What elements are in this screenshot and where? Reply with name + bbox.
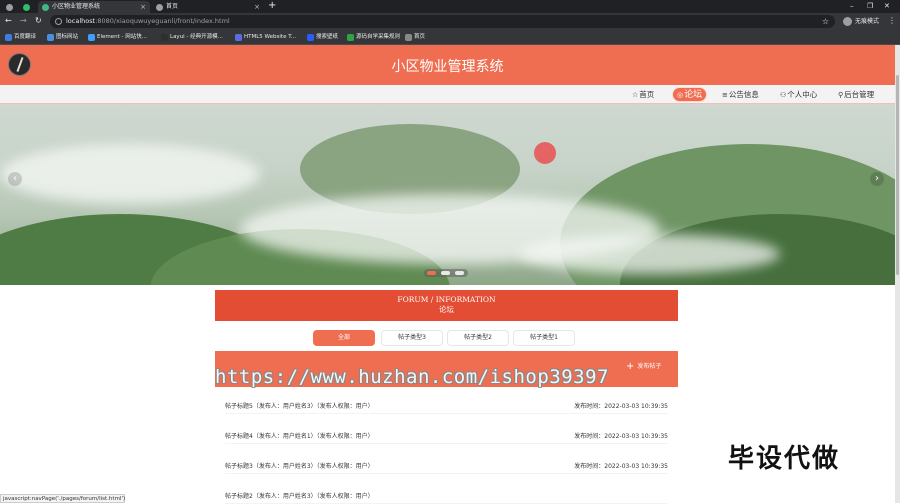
star-icon: ☆ (632, 91, 639, 99)
bookmark-item[interactable]: Element - 网站快... (88, 30, 147, 45)
bookmark-item[interactable]: Layui - 经典开源模... (161, 30, 223, 45)
tab-active[interactable]: 小区物业管理系统 × (38, 1, 150, 13)
bookmark-icon (235, 34, 242, 41)
tab-title: 小区物业管理系统 (52, 3, 101, 10)
post-title: 帖子标题4（发布人：用户姓名1）（发布人权限：用户） (225, 433, 374, 440)
globe-icon (156, 4, 163, 11)
new-tab-button[interactable]: + (268, 0, 276, 12)
carousel-prev-button[interactable]: ‹ (8, 172, 22, 186)
close-tab-icon[interactable]: × (254, 1, 260, 13)
tab-title: 首页 (166, 3, 179, 10)
menu-icon[interactable]: ⋮ (888, 16, 896, 26)
incognito-icon (843, 17, 852, 26)
nav-admin[interactable]: ⚲后台管理 (834, 87, 878, 102)
post-row[interactable]: 帖子标题3（发布人：用户姓名3）（发布人权限：用户） 发布时间：2022-03-… (225, 460, 668, 474)
carousel-indicators (424, 269, 468, 277)
globe-icon (6, 4, 13, 11)
post-row[interactable]: 帖子标题4（发布人：用户姓名1）（发布人权限：用户） 发布时间：2022-03-… (225, 430, 668, 444)
forum-heading: FORUM / INFORMATION 论坛 (215, 290, 678, 321)
nav-profile[interactable]: ⚇个人中心 (776, 87, 821, 102)
link-icon: ⚲ (838, 91, 844, 99)
bookmark-icon (405, 34, 412, 41)
address-row: ← → ↻ localhost:8080/xiaoquwuyeguanli/fr… (0, 13, 900, 30)
close-tab-icon[interactable]: × (140, 1, 146, 13)
forum-heading-cn: 论坛 (439, 305, 454, 314)
vue-icon (42, 4, 49, 11)
maximize-icon[interactable]: ❐ (867, 0, 873, 12)
site-title: 小区物业管理系统 (391, 59, 504, 75)
bookmark-icon (347, 34, 354, 41)
bookmark-item[interactable]: 首页 (405, 30, 425, 45)
bookmark-icon (5, 34, 12, 41)
close-window-icon[interactable]: ✕ (884, 0, 890, 12)
filter-type-1[interactable]: 帖子类型1 (513, 330, 575, 346)
post-time: 发布时间：2022-03-03 10:39:35 (574, 433, 668, 440)
filter-all[interactable]: 全部 (313, 330, 375, 346)
bookmark-item[interactable]: 图标网站 (47, 30, 78, 45)
carousel-dot[interactable] (427, 271, 436, 275)
forward-icon[interactable]: → (20, 16, 27, 26)
nav-forum[interactable]: ◎论坛 (672, 87, 708, 102)
bookmark-item[interactable]: 搜索壁纸 (307, 30, 338, 45)
page-scrollbar[interactable] (895, 45, 900, 503)
main-nav: ☆首页 ◎论坛 ≡公告信息 ⚇个人中心 ⚲后台管理 (0, 85, 895, 104)
forum-icon: ◎ (677, 91, 684, 99)
browser-chrome: 小区物业管理系统 × 首页 × + – ❐ ✕ ← → ↻ localhost:… (0, 0, 900, 45)
bookmark-item[interactable]: HTML5 Website T... (235, 30, 296, 45)
site-header: 小区物业管理系统 (0, 45, 895, 85)
banner-carousel[interactable]: ‹ › (0, 104, 895, 285)
post-title: 帖子标题5（发布人：用户姓名3）（发布人权限：用户） (225, 403, 374, 410)
watermark-text: 毕设代做 (728, 444, 841, 474)
filter-type-2[interactable]: 帖子类型2 (447, 330, 509, 346)
post-title: 帖子标题2（发布人：用户姓名3）（发布人权限：用户） (225, 493, 374, 500)
post-row[interactable]: 帖子标题2（发布人：用户姓名3）（发布人权限：用户） (225, 490, 668, 504)
nav-home[interactable]: ☆首页 (628, 87, 658, 102)
bookmark-icon (161, 34, 168, 41)
star-icon[interactable]: ☆ (822, 15, 829, 28)
watermark-url: https://www.huzhan.com/ishop39397 (215, 366, 609, 388)
scenery-fog (0, 144, 260, 204)
publish-post-button[interactable]: + 发布帖子 (626, 362, 661, 372)
carousel-dot[interactable] (455, 271, 464, 275)
bookmark-icon (88, 34, 95, 41)
reload-icon[interactable]: ↻ (35, 16, 42, 26)
url-text: localhost:8080/xiaoquwuyeguanli/front/in… (66, 17, 230, 25)
minimize-icon[interactable]: – (850, 0, 854, 12)
nav-notice[interactable]: ≡公告信息 (718, 87, 763, 102)
post-title: 帖子标题3（发布人：用户姓名3）（发布人权限：用户） (225, 463, 374, 470)
post-time: 发布时间：2022-03-03 10:39:35 (574, 463, 668, 470)
back-icon[interactable]: ← (5, 16, 12, 26)
cursor-highlight (534, 142, 556, 164)
bookmark-icon (47, 34, 54, 41)
forum-heading-en: FORUM / INFORMATION (397, 295, 496, 304)
filter-type-3[interactable]: 帖子类型3 (381, 330, 443, 346)
carousel-next-button[interactable]: › (870, 172, 884, 186)
bookmarks-bar: 百度翻译 图标网站 Element - 网站快... Layui - 经典开源模… (0, 30, 900, 45)
tab-strip: 小区物业管理系统 × 首页 × + – ❐ ✕ (0, 0, 900, 13)
vue-tab-icon (23, 4, 30, 11)
plus-icon: + (626, 361, 635, 372)
scenery-fog (520, 234, 780, 274)
list-icon: ≡ (722, 91, 728, 99)
address-bar[interactable]: localhost:8080/xiaoquwuyeguanli/front/in… (50, 15, 835, 28)
bookmark-icon (307, 34, 314, 41)
user-icon: ⚇ (780, 91, 787, 99)
info-icon[interactable] (55, 18, 62, 25)
post-row[interactable]: 帖子标题5（发布人：用户姓名3）（发布人权限：用户） 发布时间：2022-03-… (225, 400, 668, 414)
scrollbar-thumb[interactable] (896, 75, 899, 275)
tab-pinned-2[interactable] (22, 1, 36, 13)
tab-pinned[interactable] (2, 1, 22, 13)
carousel-dot[interactable] (441, 271, 450, 275)
tab-home[interactable]: 首页 × (152, 1, 264, 13)
post-time: 发布时间：2022-03-03 10:39:35 (574, 403, 668, 410)
status-bar: javascript:navPage('./pages/forum/list.h… (0, 494, 125, 503)
bookmark-item[interactable]: 百度翻译 (5, 30, 36, 45)
profile-button[interactable]: 无痕模式 (843, 16, 879, 27)
bookmark-item[interactable]: 源码自学采集规则 (347, 30, 400, 45)
